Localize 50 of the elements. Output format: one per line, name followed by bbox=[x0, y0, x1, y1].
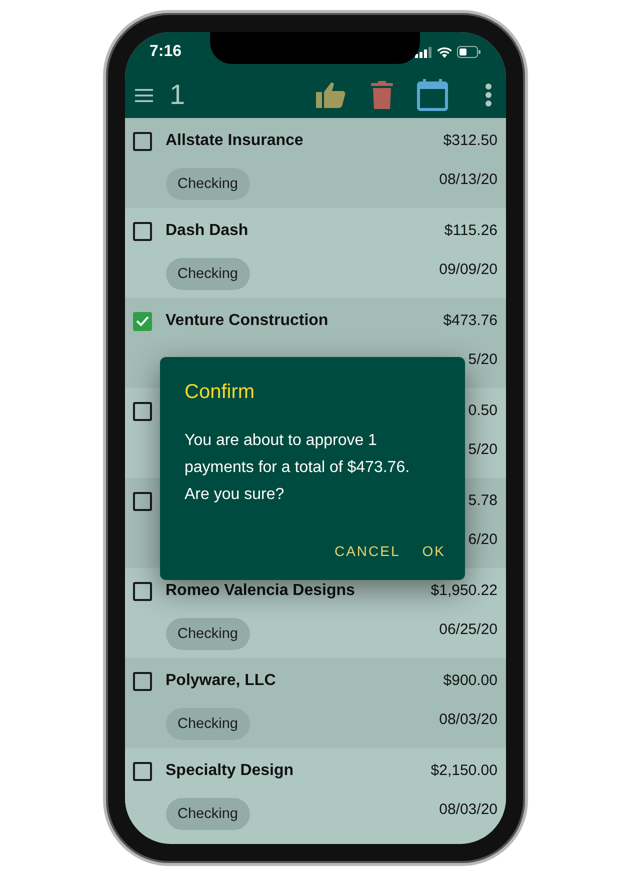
payment-amount: $115.26 bbox=[444, 220, 498, 241]
checkbox[interactable] bbox=[132, 402, 152, 420]
payment-amount: $900.00 bbox=[443, 670, 498, 691]
payment-amount: $2,150.00 bbox=[430, 760, 498, 781]
payee-name: Specialty Design bbox=[166, 761, 295, 781]
payment-amount: $312.50 bbox=[443, 130, 498, 151]
calendar-icon[interactable] bbox=[416, 79, 448, 111]
checkbox[interactable] bbox=[132, 132, 152, 150]
account-chip: Checking bbox=[166, 618, 250, 650]
payee-name: Polyware, LLC bbox=[166, 671, 277, 691]
payee-name: Venture Construction bbox=[166, 311, 330, 331]
payment-date: 5/20 bbox=[468, 350, 498, 370]
checkbox[interactable] bbox=[132, 492, 152, 510]
payment-row[interactable]: Allstate Insurance $312.50 Checking 08/13/20 bbox=[124, 118, 506, 208]
payment-date: 5/20 bbox=[468, 440, 498, 460]
dialog-message: You are about to approve 1 payments for a total of $473.76. Are you sure? bbox=[184, 431, 411, 505]
menu-icon[interactable] bbox=[134, 88, 152, 102]
dialog-action-button[interactable]: OK bbox=[414, 535, 454, 568]
payee-name: Allstate Insurance bbox=[166, 131, 304, 151]
selected-count: 1 bbox=[170, 78, 186, 112]
checkbox[interactable] bbox=[132, 762, 152, 780]
account-chip: Checking bbox=[166, 168, 250, 200]
clock-time: 7:16 bbox=[150, 42, 182, 62]
account-chip: Checking bbox=[166, 798, 250, 830]
battery-icon bbox=[456, 46, 480, 58]
more-options-icon[interactable] bbox=[484, 83, 492, 107]
payment-amount: $1,950.22 bbox=[430, 580, 498, 601]
payment-amount: 5.78 bbox=[468, 490, 498, 511]
payee-name: Romeo Valencia Designs bbox=[166, 581, 356, 601]
payment-amount: 0.50 bbox=[468, 400, 498, 421]
payment-date: 06/25/20 bbox=[439, 620, 498, 640]
payment-date: 08/03/20 bbox=[439, 710, 498, 730]
check-icon bbox=[136, 316, 148, 326]
payee-name: Dash Dash bbox=[166, 221, 250, 241]
payment-date: 08/13/20 bbox=[439, 170, 498, 190]
dialog-action-button[interactable]: CANCEL bbox=[326, 535, 408, 568]
signal-icon bbox=[414, 46, 432, 58]
payment-amount: $473.76 bbox=[443, 310, 498, 331]
thumbs-up-icon[interactable] bbox=[316, 81, 346, 109]
checkbox[interactable] bbox=[132, 222, 152, 240]
wifi-icon bbox=[436, 46, 452, 58]
checkbox[interactable] bbox=[132, 312, 152, 330]
checkbox[interactable] bbox=[132, 672, 152, 690]
account-chip: Checking bbox=[166, 258, 250, 290]
payment-date: 08/03/20 bbox=[439, 800, 498, 820]
account-chip: Checking bbox=[166, 708, 250, 740]
payment-date: 6/20 bbox=[468, 530, 498, 550]
payment-row[interactable]: Polyware, LLC $900.00 Checking 08/03/20 bbox=[124, 658, 506, 748]
checkbox[interactable] bbox=[132, 582, 152, 600]
payment-date: 09/09/20 bbox=[439, 260, 498, 280]
